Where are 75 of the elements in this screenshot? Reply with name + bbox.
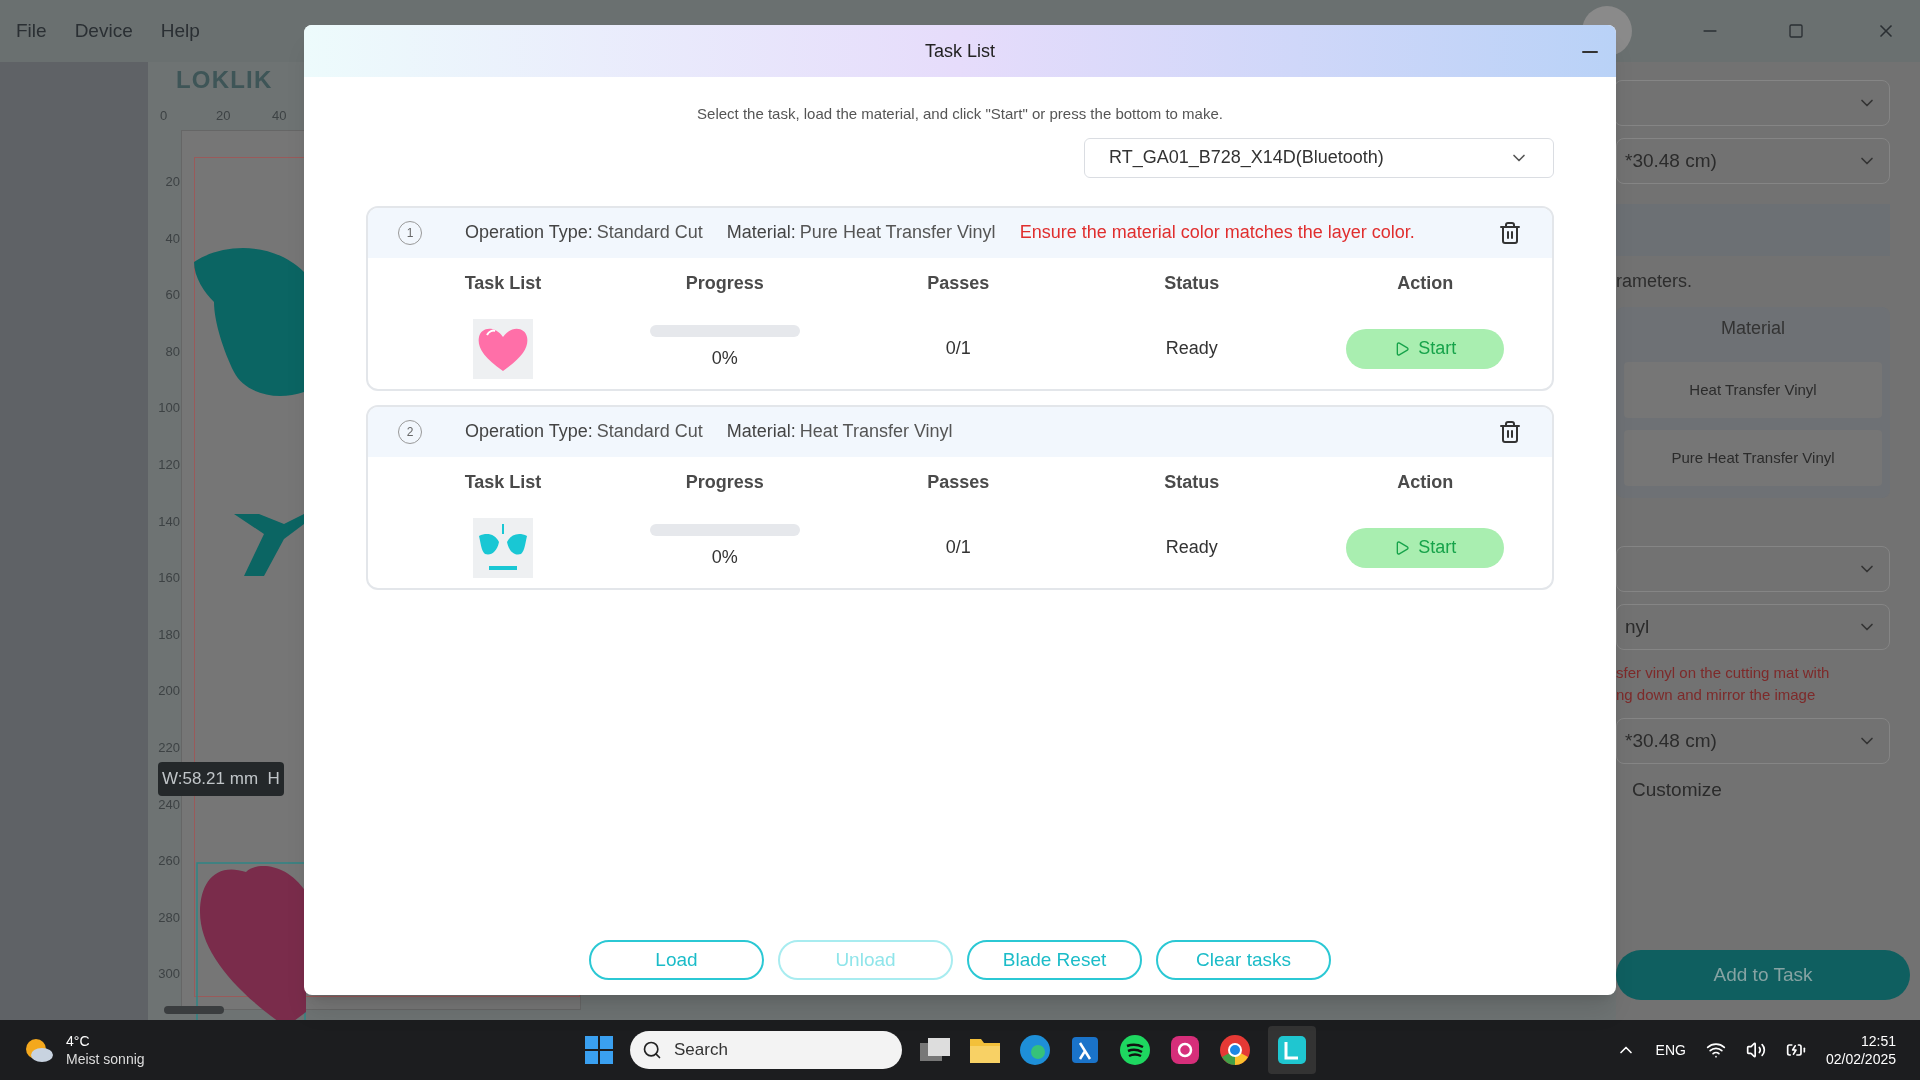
column-header: Status bbox=[1163, 470, 1221, 494]
clock-time[interactable]: 12:51 bbox=[1860, 1032, 1896, 1050]
operation-value: Standard Cut bbox=[596, 221, 703, 244]
dropdown-value: *30.48 cm) bbox=[1625, 148, 1717, 173]
wings-thumbnail bbox=[473, 517, 533, 578]
column-header: Task List bbox=[463, 271, 543, 295]
search-field[interactable]: Search bbox=[630, 1031, 902, 1069]
wifi-icon[interactable] bbox=[1705, 1040, 1726, 1060]
warning-text: sfer vinyl on the cutting mat with bbox=[1616, 663, 1831, 683]
progress-text: 0% bbox=[711, 546, 738, 569]
active-app-icon[interactable] bbox=[1268, 1026, 1316, 1074]
material-label: Material: bbox=[726, 221, 796, 244]
start-button[interactable]: Start bbox=[1346, 328, 1505, 369]
column-header: Passes bbox=[926, 271, 991, 295]
instruction-text: Select the task, load the material, and click "Start" or press the bottom to make. bbox=[697, 104, 1223, 124]
column-header: Task List bbox=[463, 470, 543, 494]
warning-text: Ensure the material color matches the layer color. bbox=[1019, 221, 1415, 244]
add-to-task-button[interactable]: Add to Task bbox=[1616, 950, 1910, 1000]
heart-thumbnail bbox=[473, 318, 533, 379]
column-header: Passes bbox=[926, 470, 991, 494]
search-icon bbox=[642, 1040, 662, 1060]
weather-icon bbox=[24, 1037, 54, 1063]
start-button[interactable]: Start bbox=[1346, 527, 1505, 568]
material-label: Material: bbox=[726, 420, 796, 443]
material-option[interactable]: Pure Heat Transfer Vinyl bbox=[1624, 430, 1882, 486]
passes-text: 0/1 bbox=[945, 536, 971, 559]
dropdown[interactable]: *30.48 cm) bbox=[1616, 138, 1890, 184]
menu-item[interactable]: Help bbox=[160, 16, 200, 46]
language-indicator[interactable]: ENG bbox=[1655, 1039, 1686, 1061]
operation-label: Operation Type: bbox=[465, 221, 593, 244]
column-header: Progress bbox=[684, 271, 765, 295]
weather-text: Meist sonnig bbox=[66, 1050, 145, 1068]
dropdown-value: nyl bbox=[1625, 614, 1650, 639]
column-header: Material bbox=[1720, 317, 1786, 340]
device-select[interactable]: RT_GA01_B728_X14D(Bluetooth) bbox=[1084, 137, 1554, 178]
delete-icon[interactable] bbox=[1498, 419, 1522, 444]
hint-text: rameters. bbox=[1616, 270, 1694, 293]
material-value: Pure Heat Transfer Vinyl bbox=[799, 221, 996, 244]
start-icon[interactable] bbox=[584, 1035, 614, 1065]
dialog-button[interactable]: Blade Reset bbox=[967, 940, 1142, 980]
delete-icon[interactable] bbox=[1498, 220, 1522, 245]
letter-drawing bbox=[234, 514, 304, 576]
play-icon bbox=[1394, 340, 1411, 357]
progress-text: 0% bbox=[711, 347, 738, 370]
dialog-button[interactable]: Load bbox=[589, 940, 764, 980]
camera-icon[interactable] bbox=[1168, 1033, 1202, 1067]
warning-text: ng down and mirror the image bbox=[1616, 685, 1817, 705]
column-header: Action bbox=[1396, 470, 1455, 494]
operation-value: Standard Cut bbox=[596, 420, 703, 443]
material-value: Heat Transfer Vinyl bbox=[799, 420, 953, 443]
status-text: Ready bbox=[1165, 536, 1218, 559]
music-icon[interactable] bbox=[1118, 1033, 1152, 1067]
column-header: Progress bbox=[684, 470, 765, 494]
temperature: 4°C bbox=[66, 1032, 91, 1050]
column-header: Action bbox=[1396, 271, 1455, 295]
dropdown[interactable]: *30.48 cm) bbox=[1616, 718, 1890, 764]
column-header: Status bbox=[1163, 271, 1221, 295]
browser-icon[interactable] bbox=[1018, 1033, 1052, 1067]
volume-icon[interactable] bbox=[1745, 1040, 1766, 1060]
size-tooltip: W:58.21 mm H bbox=[158, 762, 284, 796]
dropdown[interactable]: nyl bbox=[1616, 604, 1890, 650]
operation-label: Operation Type: bbox=[465, 420, 593, 443]
material-option[interactable]: Heat Transfer Vinyl bbox=[1624, 362, 1882, 418]
menu-item[interactable]: File bbox=[16, 16, 47, 46]
status-text: Ready bbox=[1165, 337, 1218, 360]
dialog-button[interactable]: Clear tasks bbox=[1156, 940, 1331, 980]
clock-date[interactable]: 02/02/2025 bbox=[1825, 1050, 1896, 1068]
device-name: RT_GA01_B728_X14D(Bluetooth) bbox=[1109, 146, 1384, 170]
passes-text: 0/1 bbox=[945, 337, 971, 360]
scrollbar-thumb bbox=[164, 1006, 224, 1014]
customize-label[interactable]: Customize bbox=[1616, 776, 1890, 805]
dialog-title: Task List bbox=[925, 39, 995, 63]
dropdown-value: *30.48 cm) bbox=[1625, 728, 1717, 753]
menu-item[interactable]: Device bbox=[74, 16, 133, 46]
play-icon bbox=[1394, 539, 1411, 556]
